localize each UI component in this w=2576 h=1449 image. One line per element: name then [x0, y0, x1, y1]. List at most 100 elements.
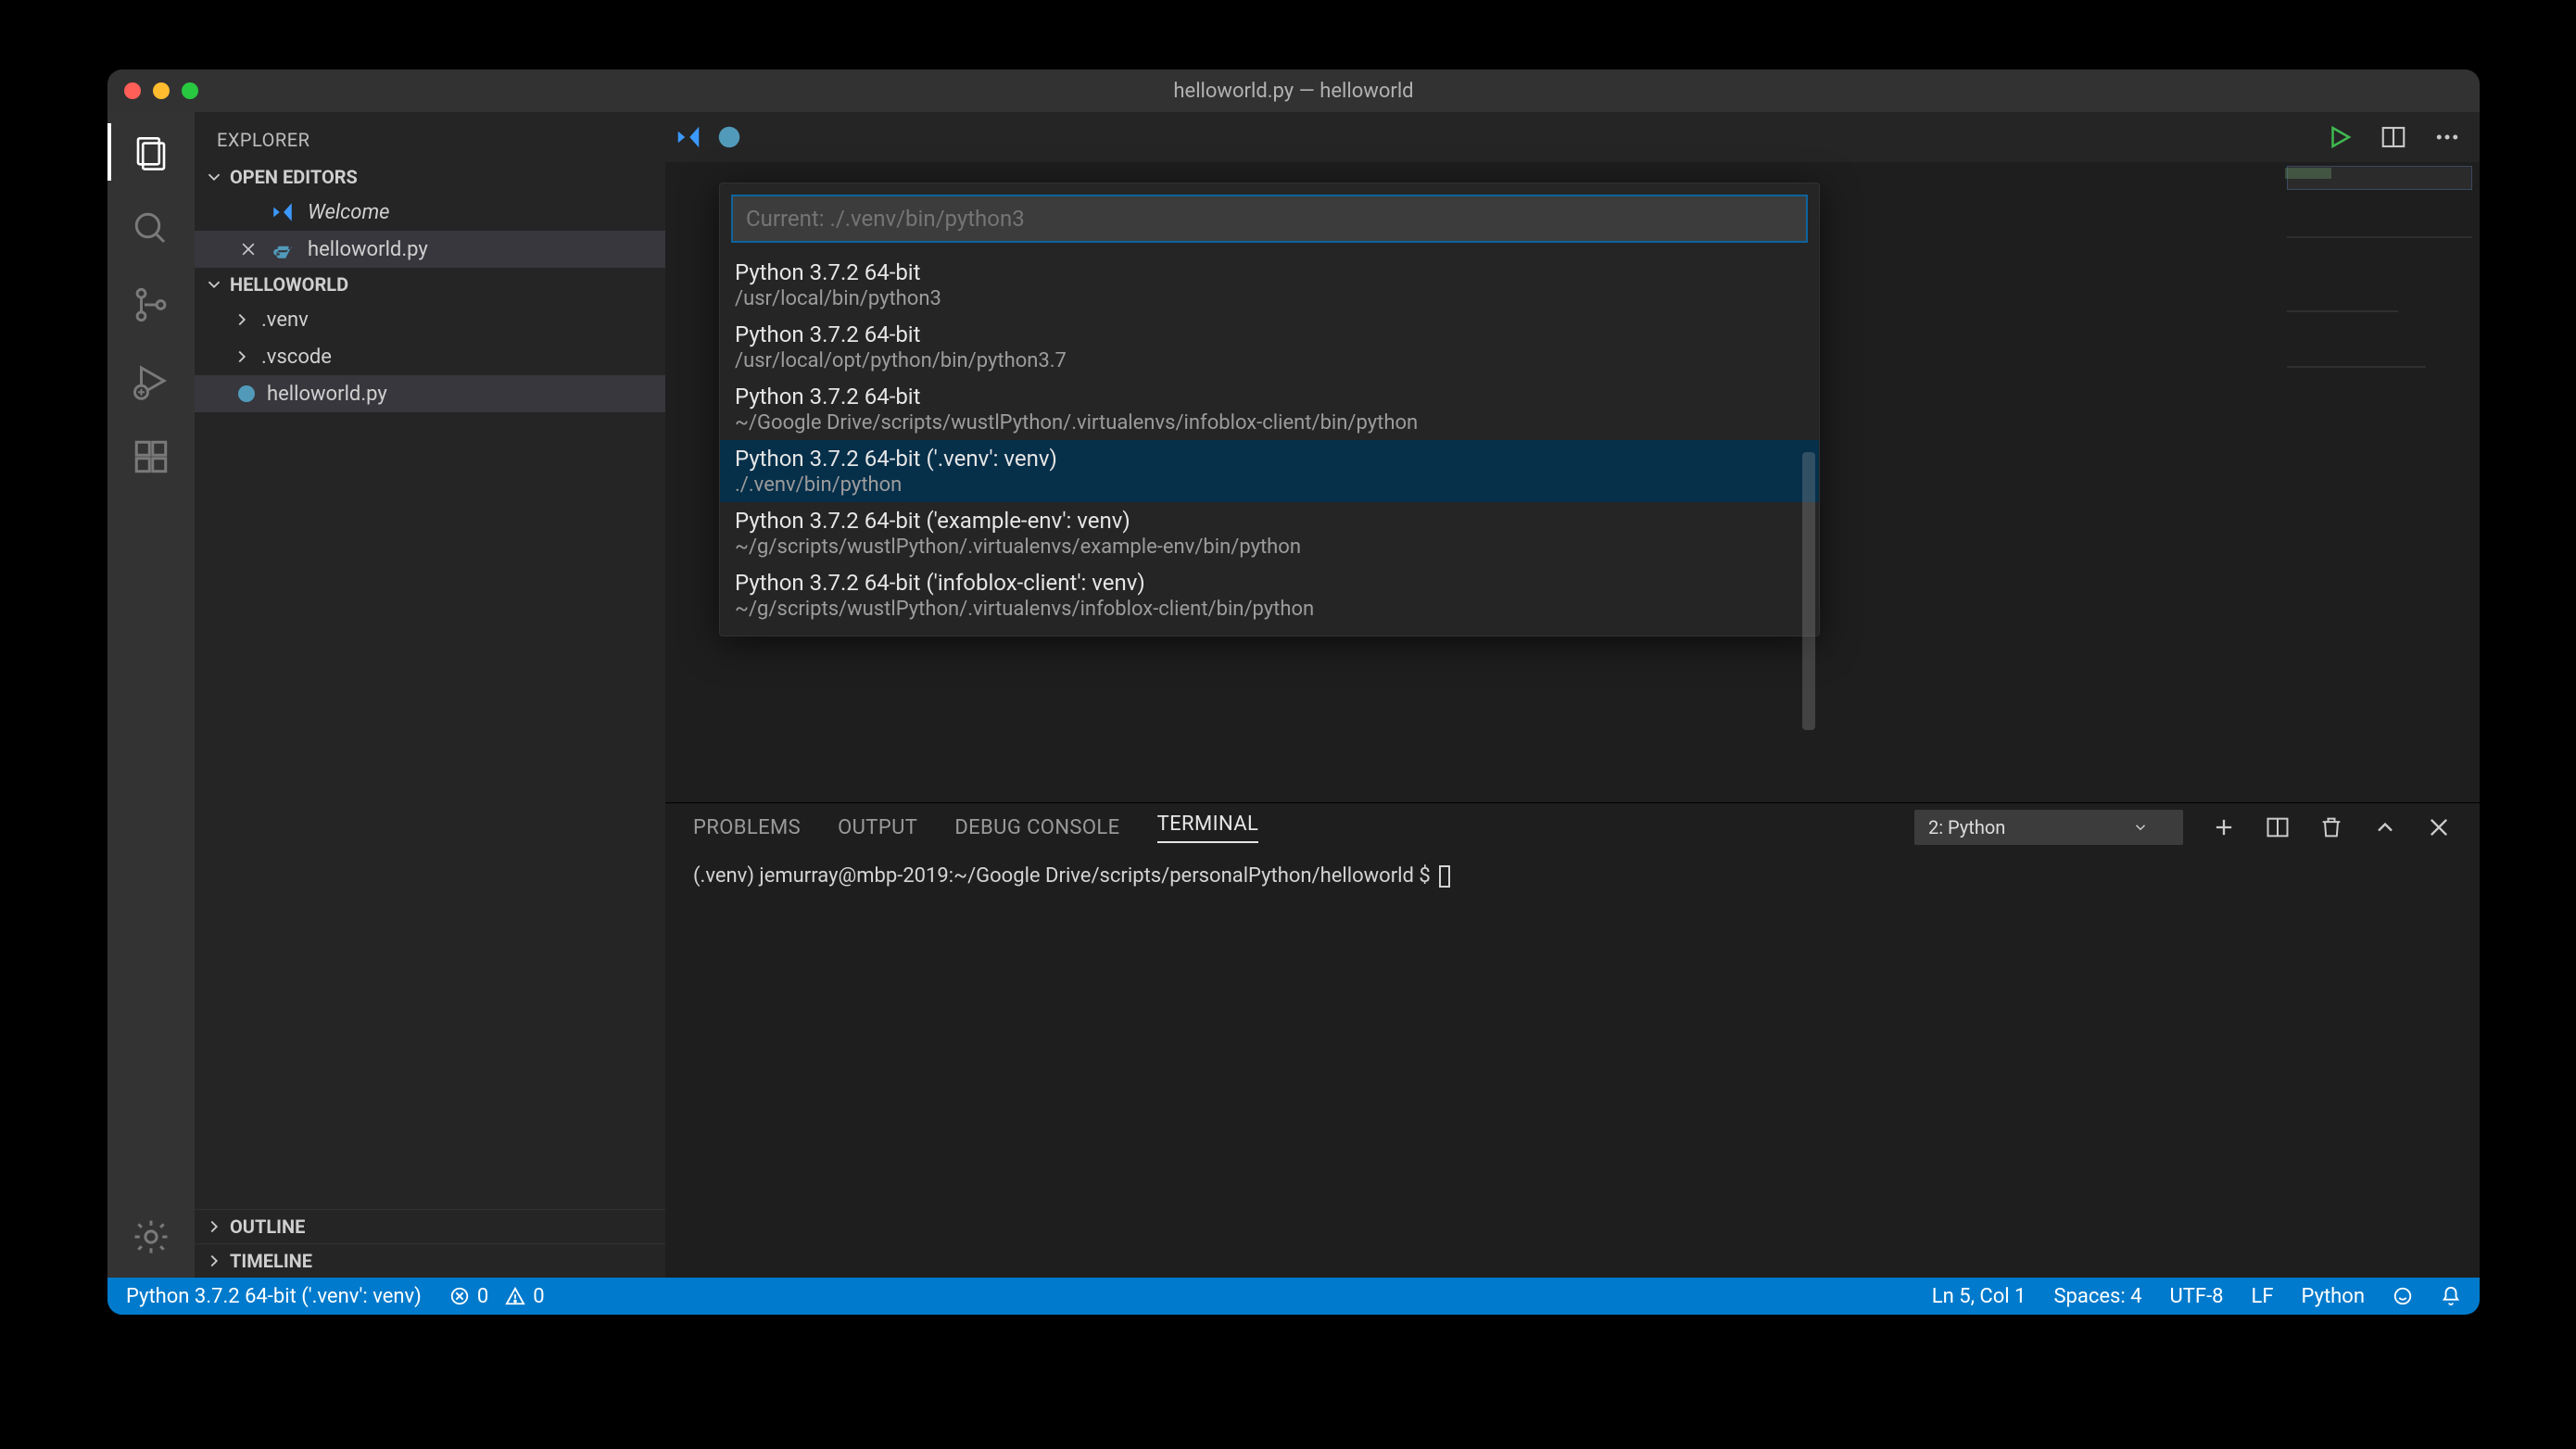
close-panel-icon[interactable]	[2426, 814, 2452, 840]
maximize-panel-icon[interactable]	[2372, 814, 2398, 840]
quickpick-item-title: Python 3.7.2 64-bit ('example-env': venv…	[735, 508, 1804, 534]
chevron-down-icon	[2132, 819, 2149, 836]
settings-gear-icon[interactable]	[129, 1215, 173, 1259]
explorer-icon[interactable]	[129, 131, 173, 175]
run-icon[interactable]	[2326, 123, 2354, 151]
status-indentation[interactable]: Spaces: 4	[2053, 1285, 2141, 1308]
more-icon[interactable]	[2433, 123, 2461, 151]
quickpick-item[interactable]: Python 3.7.2 64-bit /usr/local/opt/pytho…	[720, 316, 1819, 378]
quickpick-list: Python 3.7.2 64-bit /usr/local/bin/pytho…	[720, 254, 1819, 636]
tree-folder[interactable]: .vscode	[195, 338, 665, 375]
folder-header[interactable]: HELLOWORLD	[195, 268, 665, 301]
warning-icon	[505, 1286, 525, 1306]
bell-icon	[2441, 1286, 2461, 1306]
explorer-sidebar: EXPLORER OPEN EDITORS Welcome helloworld…	[195, 112, 665, 1278]
window-title: helloworld.py — helloworld	[107, 80, 2480, 103]
panel-tab-output[interactable]: OUTPUT	[838, 816, 917, 839]
quickpick-item-path: ~/g/scripts/wustlPython/.virtualenvs/inf…	[735, 598, 1804, 621]
quickpick-item-path: /usr/local/opt/python/bin/python3.7	[735, 349, 1804, 372]
tree-label: .venv	[261, 309, 309, 332]
quickpick-item[interactable]: Python 3.7.2 64-bit ('.venv': venv) ./.v…	[720, 440, 1819, 502]
outline-label: OUTLINE	[230, 1216, 305, 1238]
quickpick-item-title: Python 3.7.2 64-bit	[735, 259, 1804, 285]
tree-folder[interactable]: .venv	[195, 301, 665, 338]
editor-tabbar	[665, 112, 2480, 162]
minimap[interactable]	[2276, 162, 2480, 802]
search-icon[interactable]	[129, 207, 173, 251]
chevron-down-icon	[204, 274, 224, 295]
trash-icon[interactable]	[2318, 814, 2344, 840]
tree-file[interactable]: helloworld.py	[195, 375, 665, 412]
close-icon[interactable]	[239, 240, 258, 258]
quickpick-item-path: ./.venv/bin/python	[735, 473, 1804, 497]
open-editor-item[interactable]: helloworld.py	[195, 231, 665, 268]
status-notifications-icon[interactable]	[2441, 1286, 2461, 1306]
new-terminal-icon[interactable]	[2211, 814, 2237, 840]
open-editors-label: OPEN EDITORS	[230, 166, 358, 188]
quickpick-item[interactable]: Python 3.7.2 64-bit ('example-env': venv…	[720, 502, 1819, 564]
tree-label: helloworld.py	[267, 383, 387, 406]
vscode-icon[interactable]	[675, 123, 702, 151]
quickpick-item[interactable]: Python 3.7.2 64-bit ('infoblox-client': …	[720, 564, 1819, 626]
feedback-icon	[2393, 1286, 2413, 1306]
interpreter-quickpick: Python 3.7.2 64-bit /usr/local/bin/pytho…	[719, 183, 1820, 636]
quickpick-item-title: Python 3.7.2 64-bit	[735, 321, 1804, 347]
quickpick-item-title: Python 3.7.2 64-bit ('.venv': venv)	[735, 446, 1804, 472]
vscode-window: helloworld.py — helloworld	[107, 69, 2480, 1315]
status-python-interpreter[interactable]: Python 3.7.2 64-bit ('.venv': venv)	[126, 1285, 422, 1308]
status-feedback-icon[interactable]	[2393, 1286, 2413, 1306]
status-cursor-position[interactable]: Ln 5, Col 1	[1932, 1285, 2027, 1308]
panel-tab-debug-console[interactable]: DEBUG CONSOLE	[954, 816, 1119, 839]
python-file-icon	[271, 237, 295, 261]
open-editor-item[interactable]: Welcome	[195, 194, 665, 231]
quickpick-item-title: Python 3.7.2 64-bit	[735, 384, 1804, 410]
status-errors[interactable]: 0 0	[449, 1285, 545, 1308]
split-editor-icon[interactable]	[2380, 123, 2407, 151]
quickpick-scrollbar[interactable]	[1802, 452, 1815, 730]
status-bar: Python 3.7.2 64-bit ('.venv': venv) 0 0 …	[107, 1278, 2480, 1315]
status-language[interactable]: Python	[2302, 1285, 2365, 1308]
activity-bar	[107, 112, 195, 1278]
vscode-icon	[271, 200, 295, 224]
open-editor-label: helloworld.py	[308, 238, 428, 261]
quickpick-item-path: /usr/local/bin/python3	[735, 287, 1804, 310]
open-editors-header[interactable]: OPEN EDITORS	[195, 160, 665, 194]
quickpick-input[interactable]	[731, 195, 1808, 243]
chevron-right-icon	[204, 1251, 224, 1271]
terminal-selector-label: 2: Python	[1928, 816, 2005, 838]
chevron-right-icon	[232, 309, 252, 330]
chevron-right-icon	[204, 1216, 224, 1237]
split-terminal-icon[interactable]	[2265, 814, 2291, 840]
python-file-icon	[235, 383, 258, 405]
python-file-icon[interactable]	[715, 123, 743, 151]
panel-tab-problems[interactable]: PROBLEMS	[693, 816, 801, 839]
quickpick-item-title: Python 3.7.2 64-bit ('infoblox-client': …	[735, 570, 1804, 596]
outline-header[interactable]: OUTLINE	[195, 1209, 665, 1243]
tree-label: .vscode	[261, 346, 332, 369]
chevron-down-icon	[204, 167, 224, 187]
source-control-icon[interactable]	[129, 283, 173, 327]
quickpick-item-path: ~/Google Drive/scripts/wustlPython/.virt…	[735, 411, 1804, 435]
terminal-prompt-line: (.venv) jemurray@mbp-2019:~/Google Drive…	[693, 864, 1435, 888]
chevron-right-icon	[232, 346, 252, 367]
error-icon	[449, 1286, 470, 1306]
terminal-content[interactable]: (.venv) jemurray@mbp-2019:~/Google Drive…	[665, 851, 2480, 901]
titlebar: helloworld.py — helloworld	[107, 69, 2480, 112]
status-encoding[interactable]: UTF-8	[2170, 1285, 2224, 1308]
terminal-cursor	[1439, 865, 1450, 888]
quickpick-item[interactable]: Python 3.7.2 64-bit ~/Google Drive/scrip…	[720, 378, 1819, 440]
terminal-selector[interactable]: 2: Python	[1914, 810, 2183, 845]
quickpick-item[interactable]: Python 3.7.2 64-bit /usr/local/bin/pytho…	[720, 254, 1819, 316]
panel-tab-terminal[interactable]: TERMINAL	[1157, 813, 1259, 843]
sidebar-title: EXPLORER	[195, 112, 665, 160]
panel-tabbar: PROBLEMS OUTPUT DEBUG CONSOLE TERMINAL 2…	[665, 803, 2480, 851]
timeline-label: TIMELINE	[230, 1250, 312, 1272]
extensions-icon[interactable]	[129, 435, 173, 479]
status-eol[interactable]: LF	[2252, 1285, 2274, 1308]
open-editor-label: Welcome	[308, 201, 389, 224]
timeline-header[interactable]: TIMELINE	[195, 1243, 665, 1278]
bottom-panel: PROBLEMS OUTPUT DEBUG CONSOLE TERMINAL 2…	[665, 802, 2480, 1278]
run-debug-icon[interactable]	[129, 359, 173, 403]
quickpick-item-path: ~/g/scripts/wustlPython/.virtualenvs/exa…	[735, 536, 1804, 559]
folder-label: HELLOWORLD	[230, 273, 348, 296]
